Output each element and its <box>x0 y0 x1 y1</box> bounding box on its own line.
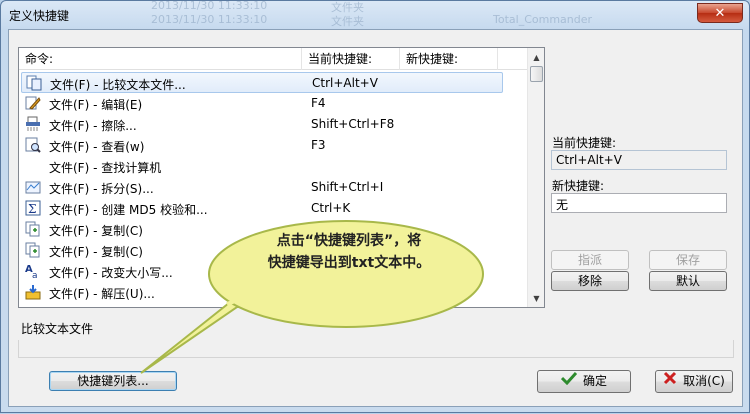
callout-balloon <box>140 220 484 374</box>
callout-line: 点击“快捷键列表”，将 <box>276 233 422 249</box>
callout-text: 点击“快捷键列表”，将 快捷键导出到txt文本中。 <box>233 230 465 274</box>
dialog-window: 定义快捷键 2013/11/30 11:33:10 文件夹 2013/11/30… <box>0 0 750 413</box>
callout-line: 快捷键导出到txt文本中。 <box>267 255 431 271</box>
